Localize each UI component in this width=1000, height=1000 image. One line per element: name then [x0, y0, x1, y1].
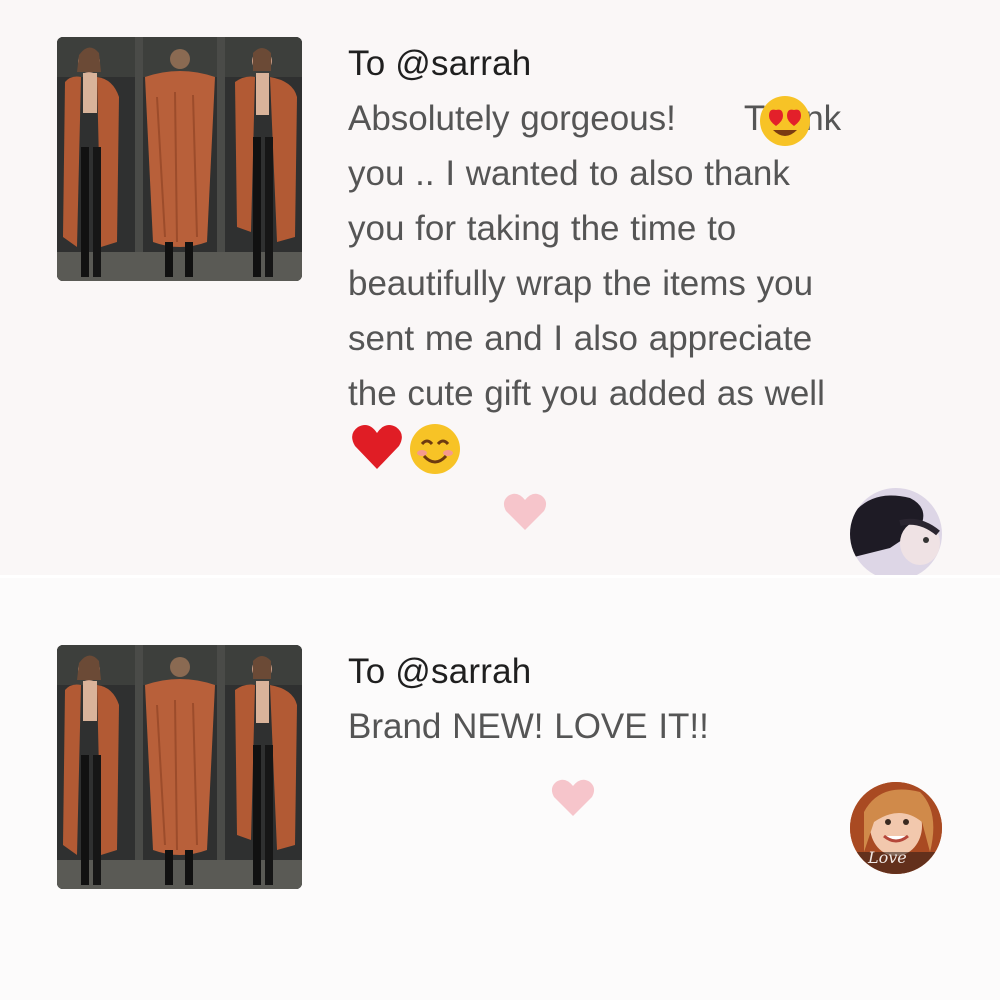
message-line: Brand NEW! LOVE IT!! — [348, 707, 709, 746]
reviewer-avatar[interactable]: Love — [850, 782, 942, 874]
review-card-1: To @sarrah Absolutely gorgeous!Thank you… — [0, 0, 1000, 580]
red-heart-emoji — [352, 425, 402, 469]
smiling-face-emoji — [410, 424, 460, 474]
message-line: you for taking the time to — [348, 209, 737, 248]
reviewer-avatar[interactable] — [850, 488, 942, 580]
review-recipient[interactable]: To @sarrah — [348, 652, 531, 692]
message-line: sent me and I also appreciate — [348, 319, 813, 358]
like-heart-icon[interactable] — [502, 492, 548, 532]
heart-eyes-emoji — [760, 96, 810, 146]
avatar-caption: Love — [868, 848, 907, 867]
message-line: Absolutely gorgeous! — [348, 99, 676, 138]
product-thumbnail[interactable] — [57, 645, 302, 889]
message-line: the cute gift you added as well — [348, 374, 825, 413]
review-message: Absolutely gorgeous!Thank you .. I wante… — [348, 91, 958, 421]
review-message: Brand NEW! LOVE IT!! — [348, 699, 958, 754]
product-thumbnail[interactable] — [57, 37, 302, 281]
message-line: you .. I wanted to also thank — [348, 154, 790, 193]
message-line: beautifully wrap the items you — [348, 264, 814, 303]
review-recipient[interactable]: To @sarrah — [348, 44, 531, 84]
review-card-2: To @sarrah Brand NEW! LOVE IT!! Love — [0, 578, 1000, 1000]
like-heart-icon[interactable] — [550, 778, 596, 818]
